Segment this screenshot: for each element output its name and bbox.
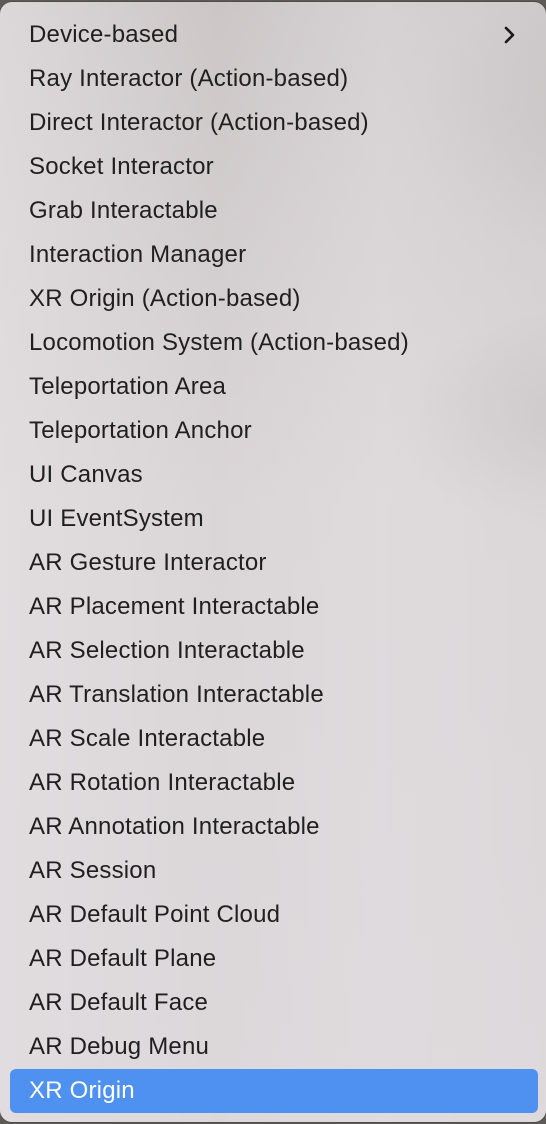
menu-item-label: Interaction Manager: [29, 241, 247, 268]
menu-item-ray-interactor-action-based[interactable]: Ray Interactor (Action-based): [10, 57, 538, 101]
menu-item-ar-debug-menu[interactable]: AR Debug Menu: [10, 1025, 538, 1069]
menu-item-label: Grab Interactable: [29, 197, 218, 224]
menu-item-label: AR Rotation Interactable: [29, 769, 296, 796]
menu-item-device-based[interactable]: Device-based: [10, 13, 538, 57]
menu-item-label: AR Placement Interactable: [29, 593, 320, 620]
menu-item-xr-origin[interactable]: XR Origin: [10, 1069, 538, 1113]
menu-item-direct-interactor-action-based[interactable]: Direct Interactor (Action-based): [10, 101, 538, 145]
menu-item-label: Locomotion System (Action-based): [29, 329, 409, 356]
menu-item-ar-gesture-interactor[interactable]: AR Gesture Interactor: [10, 541, 538, 585]
menu-item-label: AR Default Plane: [29, 945, 217, 972]
menu-item-teleportation-anchor[interactable]: Teleportation Anchor: [10, 409, 538, 453]
menu-item-label: Teleportation Anchor: [29, 417, 252, 444]
menu-item-label: AR Translation Interactable: [29, 681, 324, 708]
menu-item-label: AR Gesture Interactor: [29, 549, 267, 576]
menu-item-ar-placement-interactable[interactable]: AR Placement Interactable: [10, 585, 538, 629]
menu-item-label: UI Canvas: [29, 461, 143, 488]
menu-item-ar-scale-interactable[interactable]: AR Scale Interactable: [10, 717, 538, 761]
menu-item-teleportation-area[interactable]: Teleportation Area: [10, 365, 538, 409]
menu-item-label: Direct Interactor (Action-based): [29, 109, 369, 136]
menu-item-ar-annotation-interactable[interactable]: AR Annotation Interactable: [10, 805, 538, 849]
menu-item-ar-default-face[interactable]: AR Default Face: [10, 981, 538, 1025]
menu-item-ui-eventsystem[interactable]: UI EventSystem: [10, 497, 538, 541]
menu-item-label: XR Origin: [29, 1077, 135, 1104]
menu-item-ar-translation-interactable[interactable]: AR Translation Interactable: [10, 673, 538, 717]
menu-item-ar-default-plane[interactable]: AR Default Plane: [10, 937, 538, 981]
context-menu: Device-based Ray Interactor (Action-based…: [0, 2, 546, 1122]
menu-item-label: AR Default Face: [29, 989, 209, 1016]
menu-item-ar-selection-interactable[interactable]: AR Selection Interactable: [10, 629, 538, 673]
menu-item-label: Socket Interactor: [29, 153, 214, 180]
menu-item-label: AR Scale Interactable: [29, 725, 266, 752]
menu-item-label: AR Session: [29, 857, 157, 884]
menu-item-interaction-manager[interactable]: Interaction Manager: [10, 233, 538, 277]
menu-item-label: AR Annotation Interactable: [29, 813, 320, 840]
menu-item-label: Ray Interactor (Action-based): [29, 65, 349, 92]
menu-item-label: AR Default Point Cloud: [29, 901, 281, 928]
menu-item-ar-default-point-cloud[interactable]: AR Default Point Cloud: [10, 893, 538, 937]
chevron-right-icon: [504, 26, 515, 44]
menu-item-socket-interactor[interactable]: Socket Interactor: [10, 145, 538, 189]
menu-item-ar-session[interactable]: AR Session: [10, 849, 538, 893]
menu-item-label: Device-based: [29, 21, 179, 48]
menu-item-label: XR Origin (Action-based): [29, 285, 301, 312]
menu-item-grab-interactable[interactable]: Grab Interactable: [10, 189, 538, 233]
menu-item-label: AR Debug Menu: [29, 1033, 210, 1060]
menu-item-label: Teleportation Area: [29, 373, 227, 400]
menu-item-xr-origin-action-based[interactable]: XR Origin (Action-based): [10, 277, 538, 321]
menu-item-label: UI EventSystem: [29, 505, 204, 532]
menu-item-label: AR Selection Interactable: [29, 637, 305, 664]
menu-item-ar-rotation-interactable[interactable]: AR Rotation Interactable: [10, 761, 538, 805]
menu-item-locomotion-system-action-based[interactable]: Locomotion System (Action-based): [10, 321, 538, 365]
menu-item-ui-canvas[interactable]: UI Canvas: [10, 453, 538, 497]
